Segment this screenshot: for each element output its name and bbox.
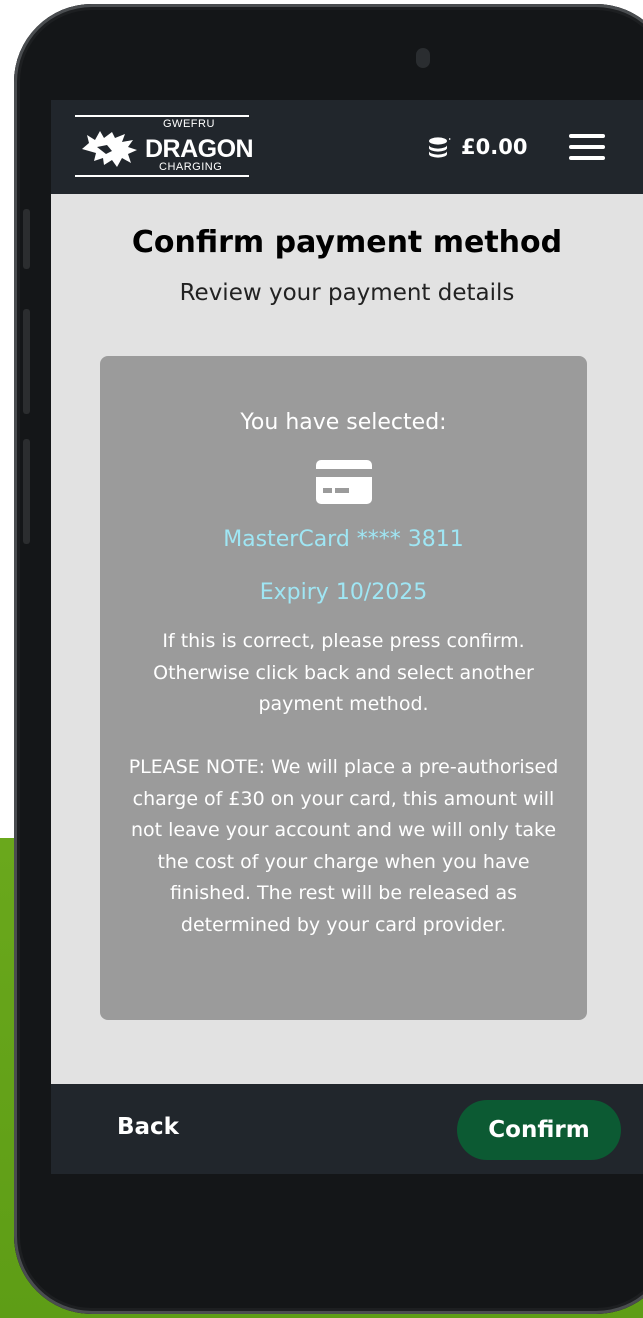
top-bar: GWEFRU DRAGON CHARGING £0.00 [51, 100, 643, 194]
dragon-icon [82, 131, 137, 167]
page-title: Confirm payment method [131, 225, 563, 260]
wallet-balance[interactable]: £0.00 [427, 130, 527, 164]
back-button[interactable]: Back [117, 1114, 179, 1140]
coins-icon [429, 137, 451, 158]
card-name: MasterCard **** 3811 [223, 527, 464, 552]
front-camera [416, 48, 430, 68]
logo-bottom-text: CHARGING [159, 161, 223, 173]
logo-main-text: DRAGON [145, 135, 254, 163]
pre-authorisation-note: PLEASE NOTE: We will place a pre-authori… [128, 756, 559, 936]
phone-side-button [23, 439, 30, 544]
app-screen: GWEFRU DRAGON CHARGING £0.00 Confirm pay… [51, 100, 643, 1174]
selected-label: You have selected: [240, 410, 447, 435]
hamburger-menu-icon[interactable] [569, 134, 605, 160]
credit-card-icon [316, 460, 372, 504]
bottom-action-bar: Back Confirm [51, 1084, 643, 1174]
logo-top-text: GWEFRU [163, 118, 215, 130]
balance-amount: £0.00 [461, 135, 528, 159]
brand-logo[interactable]: GWEFRU DRAGON CHARGING [75, 115, 254, 177]
selected-payment-panel: You have selected: MasterCard **** 3811 … [100, 356, 587, 1020]
page-subtitle: Review your payment details [179, 280, 515, 306]
confirm-instruction-text: If this is correct, please press confirm… [153, 630, 534, 715]
confirm-button[interactable]: Confirm [457, 1100, 621, 1160]
phone-side-button [23, 209, 30, 269]
phone-side-button [23, 309, 30, 414]
card-expiry: Expiry 10/2025 [259, 580, 428, 605]
